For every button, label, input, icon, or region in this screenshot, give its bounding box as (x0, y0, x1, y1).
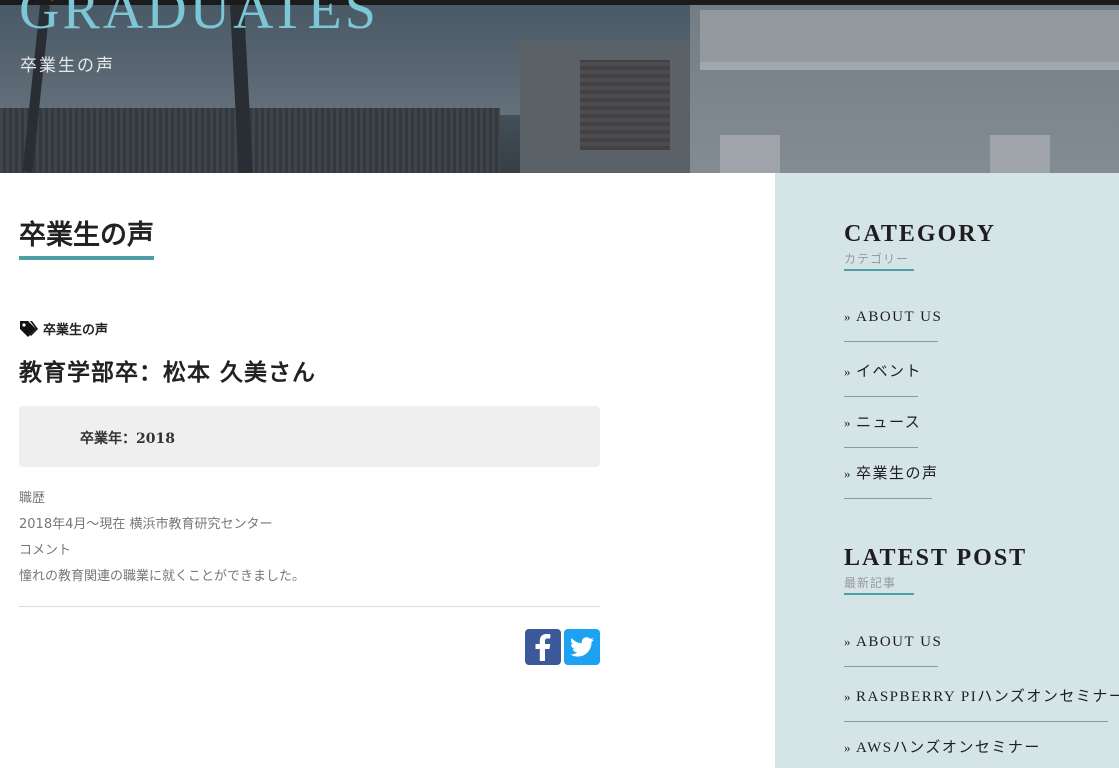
category-item-label: ニュース (856, 415, 922, 431)
hero-subtitle: 卒業生の声 (20, 56, 115, 76)
body-line: 2018年4月～現在 横浜市教育研究センター (19, 517, 273, 532)
category-tag[interactable]: 卒業生の声 (19, 319, 108, 338)
share-buttons (525, 629, 600, 665)
latest-post-label: AWSハンズオンセミナー (856, 740, 1041, 756)
tags-icon (20, 320, 38, 337)
category-tag-label: 卒業生の声 (43, 323, 109, 338)
post-body: 職歴 2018年4月～現在 横浜市教育研究センター コメント 憧れの教育関連の職… (19, 489, 305, 593)
chevron-right-icon: » (844, 740, 852, 755)
graduation-year: 卒業年：2018 (80, 431, 175, 447)
page-title: 卒業生の声 (19, 213, 154, 260)
category-subheading: カテゴリー (844, 250, 914, 271)
body-line: コメント (19, 543, 72, 558)
sidebar: CATEGORY カテゴリー » ABOUT US » イベント » ニュース » 卒業… (775, 173, 1119, 768)
chevron-right-icon: » (844, 415, 852, 430)
latest-post-subheading: 最新記事 (844, 574, 914, 595)
twitter-share-button[interactable] (564, 629, 600, 665)
chevron-right-icon: » (844, 364, 852, 379)
latest-post-heading: LATEST POST (844, 545, 1028, 571)
chevron-right-icon: » (844, 466, 852, 481)
latest-post-section: LATEST POST 最新記事 » ABOUT US » RASPBERRY PI… (844, 545, 1119, 756)
category-heading: CATEGORY (844, 221, 997, 247)
latest-post-label: ABOUT US (856, 634, 943, 650)
latest-post-item[interactable]: » ABOUT US (844, 634, 941, 667)
category-section: CATEGORY カテゴリー » ABOUT US » イベント » ニュース » 卒業… (844, 221, 997, 499)
chevron-right-icon: » (844, 634, 852, 649)
category-item-label: 卒業生の声 (856, 466, 939, 482)
facebook-share-button[interactable] (525, 629, 561, 665)
graduation-year-box: 卒業年：2018 (19, 406, 600, 467)
category-item-about-us[interactable]: » ABOUT US (844, 309, 941, 342)
category-item-label: イベント (856, 364, 923, 380)
latest-post-item[interactable]: » AWSハンズオンセミナー (844, 736, 1039, 768)
latest-post-item[interactable]: » RASPBERRY PIハンズオンセミナー (844, 685, 1119, 722)
body-line: 職歴 (19, 491, 46, 506)
category-item-event[interactable]: » イベント (844, 360, 921, 397)
body-line: 憧れの教育関連の職業に就くことができました。 (19, 569, 306, 584)
divider (19, 606, 600, 607)
category-item-label: ABOUT US (856, 309, 943, 325)
chevron-right-icon: » (844, 689, 852, 704)
category-item-news[interactable]: » ニュース (844, 411, 922, 448)
chevron-right-icon: » (844, 309, 852, 324)
category-item-graduates[interactable]: » 卒業生の声 (844, 462, 937, 499)
latest-post-label: RASPBERRY PIハンズオンセミナー (856, 689, 1119, 705)
hero-title: GRADUATES (19, 0, 379, 41)
post-title: 教育学部卒：松本 久美さん (19, 359, 317, 386)
facebook-icon (535, 634, 551, 661)
hero-banner: GRADUATES 卒業生の声 (0, 0, 1119, 173)
twitter-icon (570, 637, 594, 657)
